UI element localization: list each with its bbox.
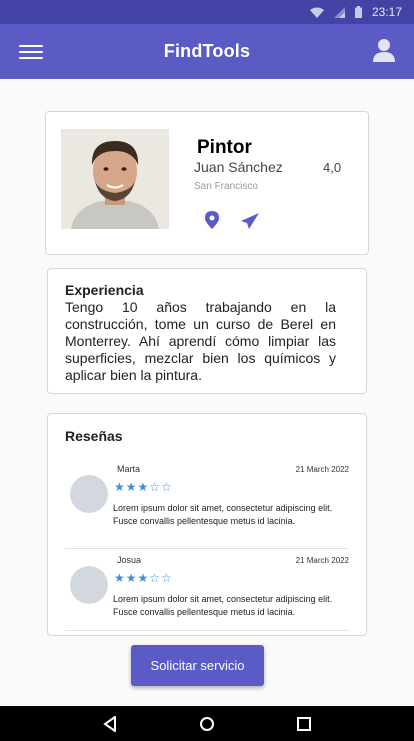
request-service-button[interactable]: Solicitar servicio xyxy=(131,645,264,686)
reviews-card: Reseñas Marta 21 March 2022 ★★★☆☆ Lorem … xyxy=(47,413,367,636)
review-date: 21 March 2022 xyxy=(295,556,349,565)
recents-icon[interactable] xyxy=(294,714,314,734)
experience-title: Experiencia xyxy=(65,282,144,298)
worker-city: San Francisco xyxy=(194,181,258,192)
profile-card: Pintor Juan Sánchez 4,0 San Francisco xyxy=(45,111,369,255)
send-icon[interactable] xyxy=(241,213,259,229)
experience-card: Experiencia Tengo 10 años trabajando en … xyxy=(47,268,367,394)
reviewer-name: Josua xyxy=(117,555,142,565)
star-rating: ★★★☆☆ xyxy=(114,480,173,494)
review-item: Marta 21 March 2022 ★★★☆☆ Lorem ipsum do… xyxy=(65,457,349,549)
review-text: Lorem ipsum dolor sit amet, consectetur … xyxy=(113,503,333,526)
review-date: 21 March 2022 xyxy=(295,465,349,474)
profile-photo xyxy=(61,129,169,229)
home-icon[interactable] xyxy=(197,714,217,734)
rating-value: 4,0 xyxy=(323,160,342,175)
status-time: 23:17 xyxy=(371,5,402,19)
status-bar: 23:17 xyxy=(0,0,414,24)
experience-text: Tengo 10 años trabajando en la construcc… xyxy=(65,299,336,383)
signal-icon xyxy=(333,6,345,18)
reviewer-name: Marta xyxy=(117,464,141,474)
system-nav-bar xyxy=(0,706,414,741)
app-bar: FindTools xyxy=(0,24,414,79)
review-item: Josua 21 March 2022 ★★★☆☆ Lorem ipsum do… xyxy=(65,548,349,631)
app-title: FindTools xyxy=(163,41,251,61)
reviews-title: Reseñas xyxy=(65,428,123,444)
avatar xyxy=(70,566,108,604)
back-icon[interactable] xyxy=(100,714,120,734)
avatar xyxy=(70,475,108,513)
battery-icon xyxy=(354,6,362,18)
trade-title: Pintor xyxy=(197,137,252,158)
location-pin-icon[interactable] xyxy=(205,211,219,229)
wifi-icon xyxy=(309,7,324,18)
hamburger-menu-icon[interactable] xyxy=(19,43,43,61)
worker-name: Juan Sánchez xyxy=(194,159,283,175)
star-rating: ★★★☆☆ xyxy=(114,571,173,585)
account-icon[interactable] xyxy=(372,38,396,64)
review-text: Lorem ipsum dolor sit amet, consectetur … xyxy=(113,594,333,617)
